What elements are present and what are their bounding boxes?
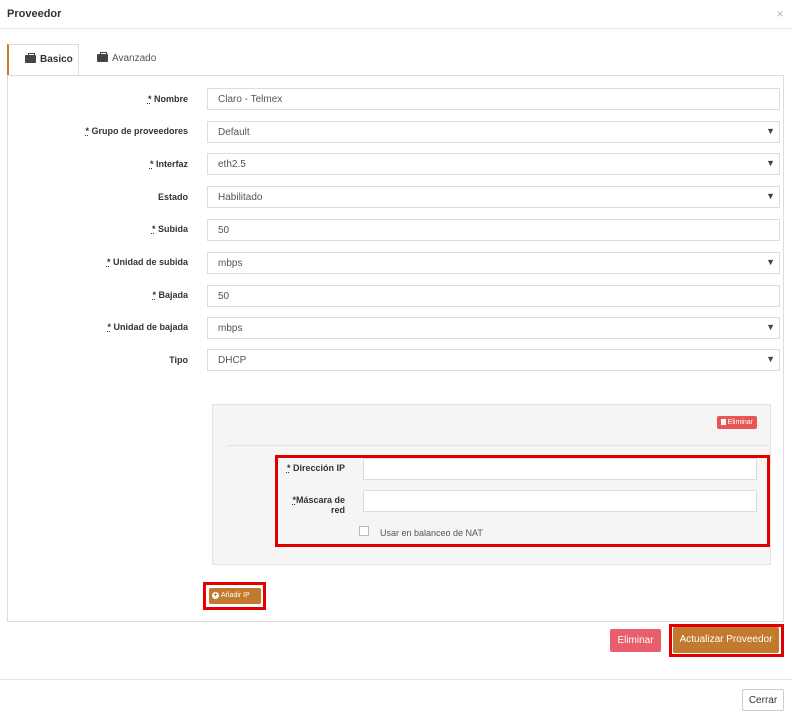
tab-avanzado[interactable]: Avanzado — [97, 44, 177, 75]
grupo-select[interactable]: Default ▼ — [207, 121, 780, 143]
subida-label: * Subida — [151, 224, 188, 234]
nombre-label: * Nombre — [147, 94, 188, 104]
trash-icon — [720, 419, 726, 425]
highlight-ip-fields — [275, 455, 770, 547]
chevron-down-icon: ▼ — [766, 126, 775, 136]
delete-ip-button[interactable]: Eliminar — [716, 416, 757, 429]
tab-basico-label: Basico — [40, 54, 73, 65]
divider — [227, 445, 771, 446]
chevron-down-icon: ▼ — [766, 322, 775, 332]
unidad-subida-select[interactable]: mbps ▼ — [207, 252, 780, 274]
bajada-label: * Bajada — [152, 290, 188, 300]
chevron-down-icon: ▼ — [766, 257, 775, 267]
delete-button[interactable]: Eliminar — [610, 629, 661, 652]
grupo-label: * Grupo de proveedores — [85, 126, 188, 136]
unidad-bajada-label: * Unidad de bajada — [107, 322, 188, 332]
estado-label: Estado — [157, 192, 188, 202]
highlight-add-ip — [203, 582, 266, 610]
footer-divider — [0, 679, 792, 680]
tab-basico[interactable]: Basico — [7, 44, 79, 76]
tab-bar: Basico Avanzado — [7, 44, 784, 76]
highlight-update — [669, 624, 784, 657]
interfaz-label: * Interfaz — [149, 159, 188, 169]
chevron-down-icon: ▼ — [766, 191, 775, 201]
briefcase-icon — [97, 52, 108, 62]
estado-select[interactable]: Habilitado ▼ — [207, 186, 780, 208]
unidad-subida-label: * Unidad de subida — [106, 257, 188, 267]
briefcase-icon — [25, 53, 36, 63]
chevron-down-icon: ▼ — [766, 354, 775, 364]
modal-title: Proveedor — [7, 8, 62, 20]
close-icon[interactable]: × — [776, 6, 784, 21]
interfaz-select[interactable]: eth2.5 ▼ — [207, 153, 780, 175]
bajada-input[interactable]: 50 — [207, 285, 780, 307]
modal-header: Proveedor × — [0, 0, 792, 29]
tipo-label: Tipo — [169, 355, 188, 365]
tab-avanzado-label: Avanzado — [112, 53, 157, 64]
tipo-select[interactable]: DHCP ▼ — [207, 349, 780, 371]
nombre-input[interactable]: Claro - Telmex — [207, 88, 780, 110]
unidad-bajada-select[interactable]: mbps ▼ — [207, 317, 780, 339]
close-button[interactable]: Cerrar — [742, 689, 784, 711]
subida-input[interactable]: 50 — [207, 219, 780, 241]
chevron-down-icon: ▼ — [766, 158, 775, 168]
